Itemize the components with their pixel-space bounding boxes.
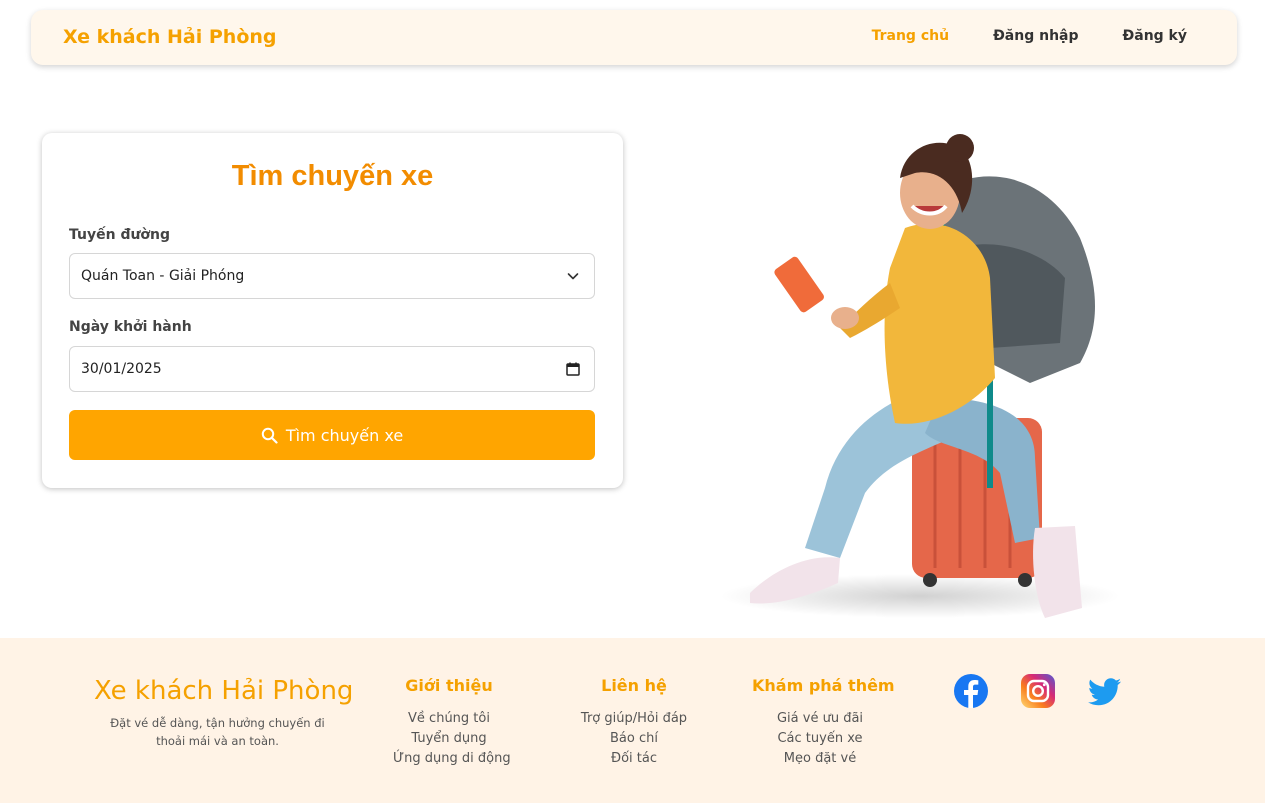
footer-link-deals[interactable]: Giá vé ưu đãi	[752, 709, 888, 729]
twitter-icon[interactable]	[1087, 673, 1123, 709]
facebook-icon[interactable]	[953, 673, 989, 709]
footer-col-title: Khám phá thêm	[752, 676, 895, 695]
footer-tagline: Đặt vé dễ dàng, tận hưởng chuyến đi thoả…	[110, 716, 325, 748]
route-select-value: Quán Toan - Giải Phóng	[81, 268, 245, 284]
site-footer: Xe khách Hải Phòng Đặt vé dễ dàng, tận h…	[0, 638, 1265, 803]
brand-logo-text[interactable]: Xe khách Hải Phòng	[63, 26, 277, 48]
nav-login-link[interactable]: Đăng nhập	[993, 28, 1078, 44]
date-input-value: 30/01/2025	[81, 361, 162, 377]
traveler-illustration	[720, 134, 1120, 618]
footer-col-contact: Liên hệ Trợ giúp/Hỏi đáp Báo chí Đối tác	[578, 676, 690, 769]
top-navbar: Xe khách Hải Phòng Trang chủ Đăng nhập Đ…	[31, 10, 1237, 65]
footer-col-explore: Khám phá thêm Giá vé ưu đãi Các tuyến xe…	[752, 676, 895, 769]
footer-brand[interactable]: Xe khách Hải Phòng	[94, 676, 353, 706]
route-select[interactable]: Quán Toan - Giải Phóng	[69, 253, 595, 299]
footer-link-press[interactable]: Báo chí	[578, 729, 690, 749]
footer-link-help[interactable]: Trợ giúp/Hỏi đáp	[578, 709, 690, 729]
route-label: Tuyến đường	[69, 227, 171, 243]
footer-col-title: Liên hệ	[601, 676, 667, 695]
trip-search-card: Tìm chuyến xe Tuyến đường Quán Toan - Gi…	[42, 133, 623, 488]
footer-col-about: Giới thiệu Về chúng tôi Tuyển dụng Ứng d…	[393, 676, 511, 769]
footer-link-partners[interactable]: Đối tác	[578, 749, 690, 769]
footer-link-careers[interactable]: Tuyển dụng	[393, 729, 505, 749]
departure-date-input[interactable]: 30/01/2025	[69, 346, 595, 392]
instagram-icon[interactable]	[1020, 673, 1056, 709]
date-label: Ngày khởi hành	[69, 319, 192, 335]
footer-link-tips[interactable]: Mẹo đặt vé	[752, 749, 888, 769]
chevron-down-icon	[567, 273, 579, 280]
calendar-icon[interactable]	[565, 361, 581, 377]
search-card-title: Tìm chuyến xe	[231, 160, 434, 192]
footer-link-about-us[interactable]: Về chúng tôi	[393, 709, 505, 729]
search-icon	[261, 427, 278, 444]
footer-link-mobile-app[interactable]: Ứng dụng di động	[393, 749, 511, 769]
search-trip-button[interactable]: Tìm chuyến xe	[69, 410, 595, 460]
nav-home-link[interactable]: Trang chủ	[872, 28, 949, 44]
footer-col-title: Giới thiệu	[405, 676, 493, 695]
footer-link-routes[interactable]: Các tuyến xe	[752, 729, 888, 749]
nav-links: Trang chủ Đăng nhập Đăng ký	[828, 28, 1187, 44]
search-button-label: Tìm chuyến xe	[285, 425, 404, 445]
nav-register-link[interactable]: Đăng ký	[1123, 28, 1187, 44]
